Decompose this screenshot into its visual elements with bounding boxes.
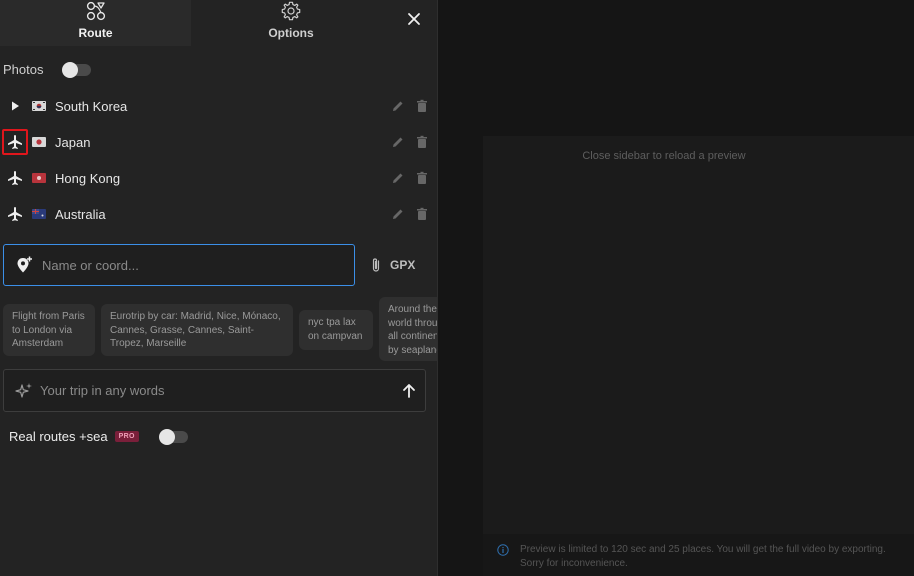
trash-icon[interactable] (415, 207, 429, 221)
place-search-input[interactable] (42, 257, 332, 273)
suggestion-chip[interactable]: Eurotrip by car: Madrid, Nice, Mónaco, C… (101, 304, 293, 356)
photos-label: Photos (3, 62, 44, 77)
japan-flag (32, 137, 46, 147)
australia-flag (32, 209, 46, 219)
tab-bar: Route Options (0, 0, 437, 46)
transport-button[interactable] (5, 204, 25, 224)
transport-button[interactable] (5, 168, 25, 188)
gear-icon (281, 1, 301, 21)
transport-button[interactable] (2, 129, 28, 155)
pencil-icon[interactable] (391, 135, 405, 149)
add-location-icon (17, 256, 32, 273)
toggle-knob (62, 61, 79, 78)
sidebar: Route Options Photos South Korea Japan H… (0, 0, 438, 576)
trash-icon[interactable] (415, 171, 429, 185)
place-row[interactable]: South Korea (0, 89, 437, 123)
toggle-knob (158, 428, 175, 445)
tab-route[interactable]: Route (0, 0, 191, 46)
place-row[interactable]: Hong Kong (0, 161, 437, 195)
transport-button[interactable] (5, 96, 25, 116)
notice-line: Sorry for inconvenience. (520, 558, 628, 569)
info-icon (497, 544, 509, 556)
notice-line: Preview is limited to 120 sec and 25 pla… (520, 544, 886, 555)
real-routes-label: Real routes +sea (9, 429, 108, 444)
preview-limit-text: Preview is limited to 120 sec and 25 pla… (520, 543, 910, 571)
preview-limit-notice: Preview is limited to 120 sec and 25 pla… (483, 534, 914, 576)
gpx-upload-button[interactable]: GPX (370, 257, 415, 273)
ai-trip-prompt-input[interactable] (40, 383, 380, 398)
place-name: Japan (55, 134, 91, 150)
tab-route-label: Route (78, 26, 113, 40)
place-row[interactable]: Australia (0, 197, 437, 231)
gpx-label: GPX (390, 258, 416, 272)
ai-trip-prompt-box[interactable] (3, 369, 426, 412)
place-name: South Korea (55, 98, 128, 114)
close-icon (408, 13, 420, 25)
pencil-icon[interactable] (391, 171, 405, 185)
pencil-icon[interactable] (391, 207, 405, 221)
place-name: Australia (55, 206, 106, 222)
route-icon (86, 1, 105, 21)
tab-options-label: Options (268, 26, 314, 40)
sparkle-icon (15, 382, 32, 398)
close-sidebar-button[interactable] (404, 9, 424, 29)
trash-icon[interactable] (415, 135, 429, 149)
south-korea-flag (32, 101, 46, 111)
airplane-icon (8, 135, 22, 149)
tab-options[interactable]: Options (191, 0, 391, 46)
pencil-icon[interactable] (391, 99, 405, 113)
photos-setting: Photos (3, 61, 92, 78)
suggestion-chip[interactable]: nyc tpa lax on campvan (299, 310, 373, 350)
pro-badge: PRO (114, 431, 139, 442)
photos-toggle[interactable] (62, 61, 92, 78)
preview-panel: Close sidebar to reload a preview Previe… (483, 136, 914, 576)
play-icon (12, 101, 19, 111)
place-name: Hong Kong (55, 170, 121, 186)
trash-icon[interactable] (415, 99, 429, 113)
suggestion-chip[interactable]: Around the world through all continents … (379, 297, 437, 361)
suggestion-chip[interactable]: Flight from Paris to London via Amsterda… (3, 304, 95, 356)
hong-kong-flag (32, 173, 46, 183)
preview-message: Close sidebar to reload a preview (582, 150, 746, 162)
real-routes-setting: Real routes +sea PRO (9, 428, 188, 445)
real-routes-toggle[interactable] (158, 428, 188, 445)
arrow-up-icon[interactable] (400, 382, 418, 400)
airplane-icon (8, 171, 22, 185)
place-search-box[interactable] (3, 244, 355, 286)
airplane-icon (8, 207, 22, 221)
place-row[interactable]: Japan (0, 125, 437, 159)
paperclip-icon (372, 258, 380, 272)
